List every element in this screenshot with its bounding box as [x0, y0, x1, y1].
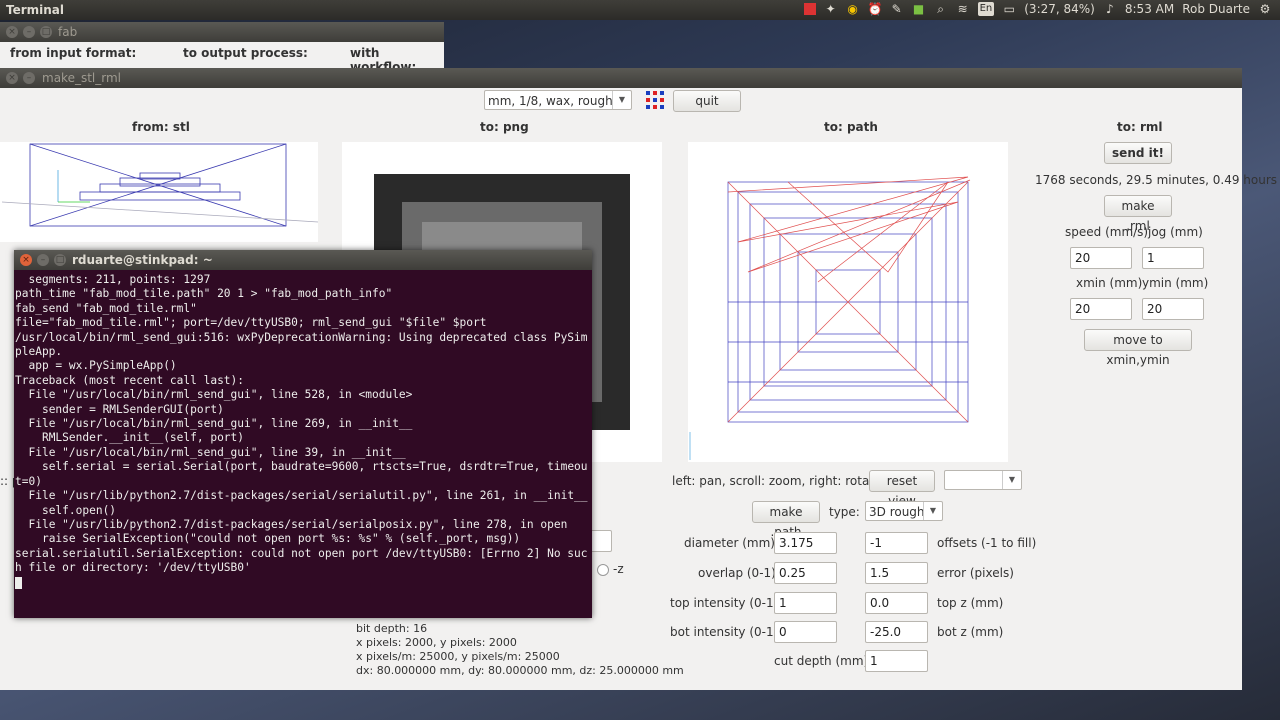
move-to-xmin-ymin-button[interactable]: move to xmin,ymin — [1084, 329, 1192, 367]
offsets-label: offsets (-1 to fill) — [937, 536, 1037, 550]
view-select[interactable]: ▼ — [944, 470, 1022, 490]
diameter-label: diameter (mm) — [684, 536, 775, 550]
path-preview-canvas[interactable] — [688, 142, 1008, 462]
overlap-input[interactable]: 0.25 — [774, 562, 837, 584]
to-process-label: to output process: — [183, 46, 308, 60]
wifi-icon[interactable]: ≋ — [956, 2, 970, 16]
top-z-label: top z (mm) — [937, 596, 1004, 610]
speed-input[interactable]: 20 — [1070, 247, 1132, 269]
grid-icon[interactable] — [645, 90, 665, 110]
material-select[interactable]: mm, 1/8, wax, rough ▼ — [484, 90, 632, 110]
clock[interactable]: 8:53 AM — [1125, 2, 1174, 16]
image-bit-depth: bit depth: 16 — [356, 622, 428, 635]
chevron-down-icon: ▼ — [612, 91, 631, 109]
terminal-titlebar: × – □ rduarte@stinkpad: ~ — [14, 250, 592, 270]
image-dimensions: dx: 80.000000 mm, dy: 80.000000 mm, dz: … — [356, 664, 684, 677]
maximize-icon[interactable]: □ — [54, 254, 66, 266]
cut-depth-input[interactable]: 1 — [865, 650, 928, 672]
col-header-to-path: to: path — [824, 120, 878, 134]
make-rml-button[interactable]: make .rml — [1104, 195, 1172, 233]
terminal-cursor — [15, 576, 22, 589]
bot-intensity-input[interactable]: 0 — [774, 621, 837, 643]
top-z-input[interactable]: 0.0 — [865, 592, 928, 614]
gear-icon[interactable]: ⚙ — [1258, 2, 1272, 16]
battery-icon[interactable]: ▭ — [1002, 2, 1016, 16]
system-tray: ✦ ◉ ⏰ ✎ ■ ⌕ ≋ En ▭ (3:27, 84%) ♪ 8:53 AM… — [803, 2, 1272, 16]
image-pixels: x pixels: 2000, y pixels: 2000 — [356, 636, 517, 649]
search-icon[interactable]: ⌕ — [934, 2, 948, 16]
terminal-output-text: segments: 211, points: 1297 path_time "f… — [15, 273, 588, 575]
maximize-icon[interactable]: □ — [40, 26, 52, 38]
terminal-title: rduarte@stinkpad: ~ — [72, 253, 213, 267]
top-intensity-input[interactable]: 1 — [774, 592, 837, 614]
chevron-down-icon: ▼ — [1002, 471, 1021, 489]
image-pixels-per-meter: x pixels/m: 25000, y pixels/m: 25000 — [356, 650, 560, 663]
material-select-value: mm, 1/8, wax, rough — [488, 94, 613, 108]
minus-z-label: -z — [613, 562, 624, 576]
stl-titlebar: × – make_stl_rml — [0, 68, 1242, 88]
stl-preview-canvas[interactable] — [0, 142, 319, 242]
error-label: error (pixels) — [937, 566, 1014, 580]
fab-window-title: fab — [58, 25, 78, 39]
path-type-select[interactable]: 3D rough ▼ — [865, 501, 943, 521]
quit-button[interactable]: quit — [673, 90, 741, 112]
speed-label: speed (mm/s) — [1065, 225, 1149, 239]
keyboard-layout-indicator[interactable]: En — [977, 2, 995, 16]
diameter-input[interactable]: 3.175 — [774, 532, 837, 554]
record-icon[interactable] — [803, 3, 816, 15]
xmin-label: xmin (mm) — [1076, 276, 1143, 290]
job-time-text: 1768 seconds, 29.5 minutes, 0.49 hours — [1035, 173, 1278, 187]
battery-status[interactable]: (3:27, 84%) — [1024, 2, 1095, 16]
overlap-label: overlap (0-1) — [698, 566, 776, 580]
ymin-label: ymin (mm) — [1142, 276, 1209, 290]
fab-window: × – □ fab from input format: to output p… — [0, 22, 444, 74]
minimize-icon[interactable]: – — [23, 72, 35, 84]
jog-input[interactable]: 1 — [1142, 247, 1204, 269]
volume-icon[interactable]: ♪ — [1103, 2, 1117, 16]
evernote-icon[interactable]: ■ — [912, 2, 926, 16]
send-it-button[interactable]: send it! — [1104, 142, 1172, 164]
xmin-input[interactable]: 20 — [1070, 298, 1132, 320]
dropbox-icon[interactable]: ✦ — [824, 2, 838, 16]
error-input[interactable]: 1.5 — [865, 562, 928, 584]
top-intensity-label: top intensity (0-1) — [670, 596, 779, 610]
active-app-title: Terminal — [6, 3, 65, 17]
path-type-value: 3D rough — [869, 505, 925, 519]
view-hint-text: left: pan, scroll: zoom, right: rotate — [672, 474, 882, 488]
col-header-to-png: to: png — [480, 120, 529, 134]
terminal-output[interactable]: segments: 211, points: 1297 path_time "f… — [14, 270, 592, 593]
chrome-icon[interactable]: ◉ — [846, 2, 860, 16]
terminal-window[interactable]: × – □ rduarte@stinkpad: ~ segments: 211,… — [14, 250, 592, 618]
png-input-partial[interactable] — [590, 530, 612, 552]
bot-z-label: bot z (mm) — [937, 625, 1004, 639]
alarm-icon[interactable]: ⏰ — [868, 2, 883, 16]
close-icon[interactable]: × — [20, 254, 32, 266]
offsets-input[interactable]: -1 — [865, 532, 928, 554]
close-icon[interactable]: × — [6, 26, 18, 38]
top-panel: Terminal ✦ ◉ ⏰ ✎ ■ ⌕ ≋ En ▭ (3:27, 84%) … — [0, 0, 1280, 20]
from-format-label: from input format: — [10, 46, 137, 60]
jog-label: jog (mm) — [1148, 225, 1203, 239]
stl-window-title: make_stl_rml — [42, 71, 121, 85]
make-path-button[interactable]: make .path — [752, 501, 820, 539]
col-header-to-rml: to: rml — [1117, 120, 1163, 134]
reset-view-button[interactable]: reset view — [869, 470, 935, 508]
close-icon[interactable]: × — [6, 72, 18, 84]
bot-intensity-label: bot intensity (0-1) — [670, 625, 779, 639]
cut-depth-label: cut depth (mm) — [774, 654, 869, 668]
type-label: type: — [829, 505, 860, 519]
user-menu[interactable]: Rob Duarte — [1182, 2, 1250, 16]
chevron-down-icon: ▼ — [923, 502, 942, 520]
z-radio[interactable] — [597, 564, 609, 576]
fab-titlebar: × – □ fab — [0, 22, 444, 42]
minimize-icon[interactable]: – — [23, 26, 35, 38]
pen-icon[interactable]: ✎ — [890, 2, 904, 16]
col-header-from-stl: from: stl — [132, 120, 190, 134]
bot-z-input[interactable]: -25.0 — [865, 621, 928, 643]
ymin-input[interactable]: 20 — [1142, 298, 1204, 320]
minimize-icon[interactable]: – — [37, 254, 49, 266]
